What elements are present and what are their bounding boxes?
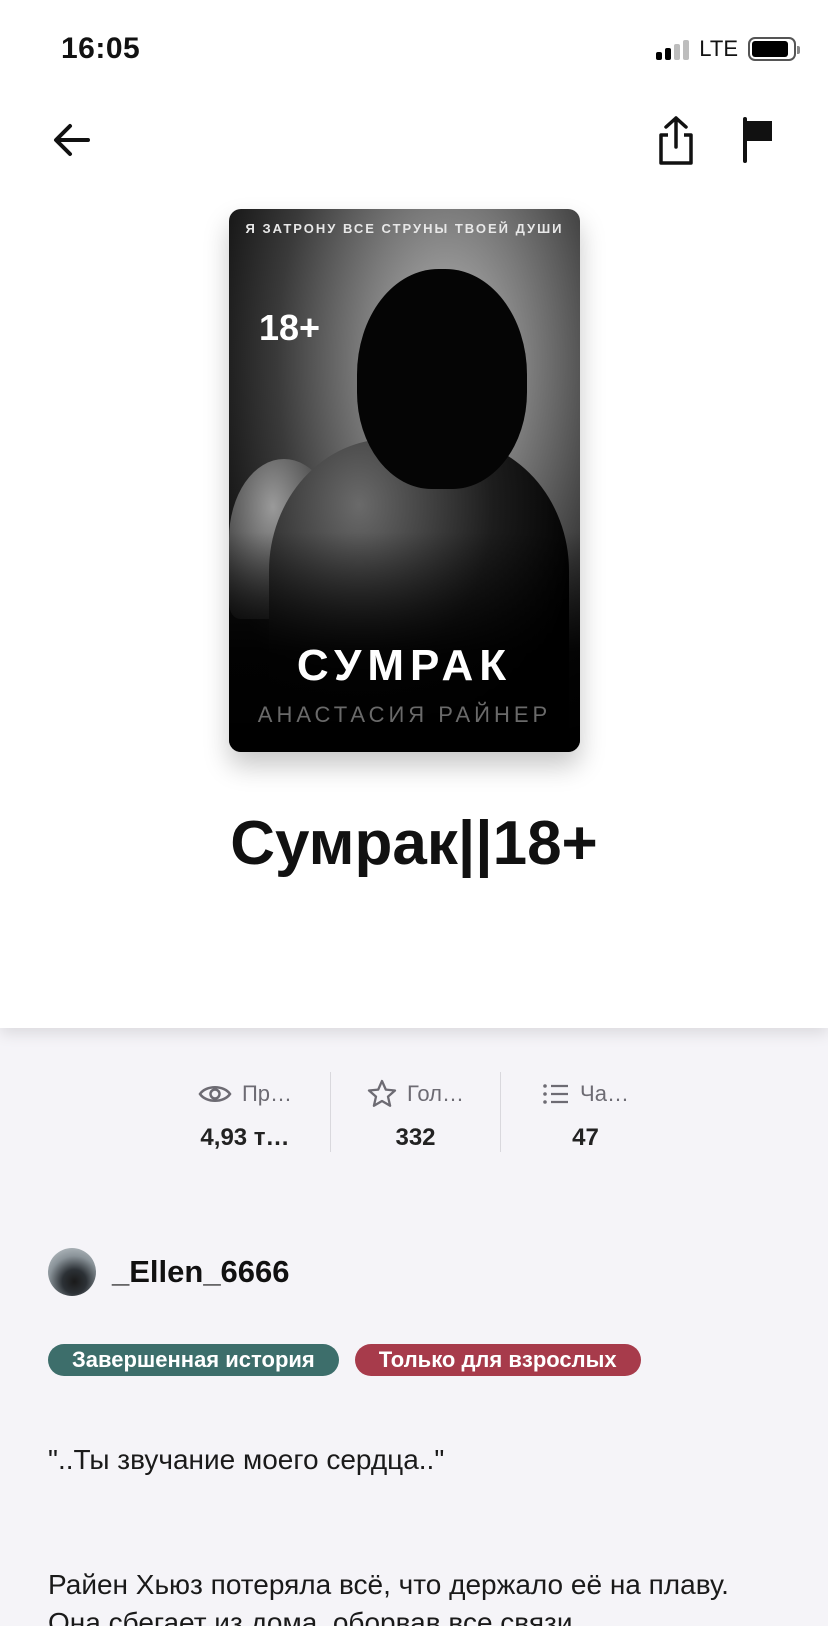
book-title: Сумрак||18+	[230, 809, 598, 878]
avatar	[48, 1248, 96, 1296]
stat-reads-value: 4,93 т…	[200, 1124, 290, 1151]
stat-chapters-label: Ча…	[580, 1081, 629, 1106]
stat-votes: Гол… 332	[330, 1072, 500, 1152]
list-icon	[543, 1084, 569, 1104]
badge-adult: Только для взрослых	[354, 1344, 641, 1376]
badge-completed: Завершенная история	[48, 1344, 339, 1376]
stat-votes-value: 332	[395, 1124, 436, 1151]
signal-icon	[656, 38, 690, 60]
stat-chapters: Ча… 47	[500, 1072, 670, 1152]
arrow-left-icon	[54, 124, 90, 156]
share-button[interactable]	[650, 112, 702, 170]
cover-title: СУМРАК	[296, 641, 513, 690]
network-label: LTE	[699, 36, 738, 61]
stat-reads: Пр… 4,93 т…	[160, 1072, 330, 1152]
book-header: 16:05 LTE Я ЗАТРОНУ ВСЕ СТРУНЫ ТВОЕЙ ДУШ…	[0, 0, 828, 1028]
badges: Завершенная история Только для взрослых	[48, 1344, 641, 1376]
description-quote: "..Ты звучание моего сердца.."	[48, 1444, 445, 1475]
author-name: _Ellen_6666	[112, 1254, 290, 1289]
book-cover[interactable]: Я ЗАТРОНУ ВСЕ СТРУНЫ ТВОЕЙ ДУШИ 18+ СУМР…	[229, 209, 580, 752]
cover-author: АНАСТАСИЯ РАЙНЕР	[257, 702, 552, 727]
back-button[interactable]	[44, 112, 100, 168]
description-text: Райен Хьюз потеряла всё, что держало её …	[48, 1569, 729, 1626]
cover-tagline: Я ЗАТРОНУ ВСЕ СТРУНЫ ТВОЕЙ ДУШИ	[245, 221, 564, 236]
book-stats: Пр… 4,93 т… Гол… 332 Ча… 47	[160, 1072, 670, 1152]
author-link[interactable]: _Ellen_6666	[48, 1248, 290, 1296]
report-button[interactable]	[734, 112, 782, 168]
battery-icon	[748, 37, 800, 61]
status-time: 16:05	[61, 32, 141, 65]
stat-votes-label: Гол…	[406, 1081, 465, 1106]
stat-reads-label: Пр…	[241, 1081, 293, 1106]
status-icons: LTE	[656, 36, 800, 62]
flag-icon	[743, 117, 772, 163]
star-icon	[367, 1079, 397, 1107]
cover-age-rating: 18+	[259, 307, 321, 348]
stat-chapters-value: 47	[572, 1124, 599, 1151]
share-icon	[659, 116, 693, 165]
eye-icon	[198, 1086, 232, 1102]
